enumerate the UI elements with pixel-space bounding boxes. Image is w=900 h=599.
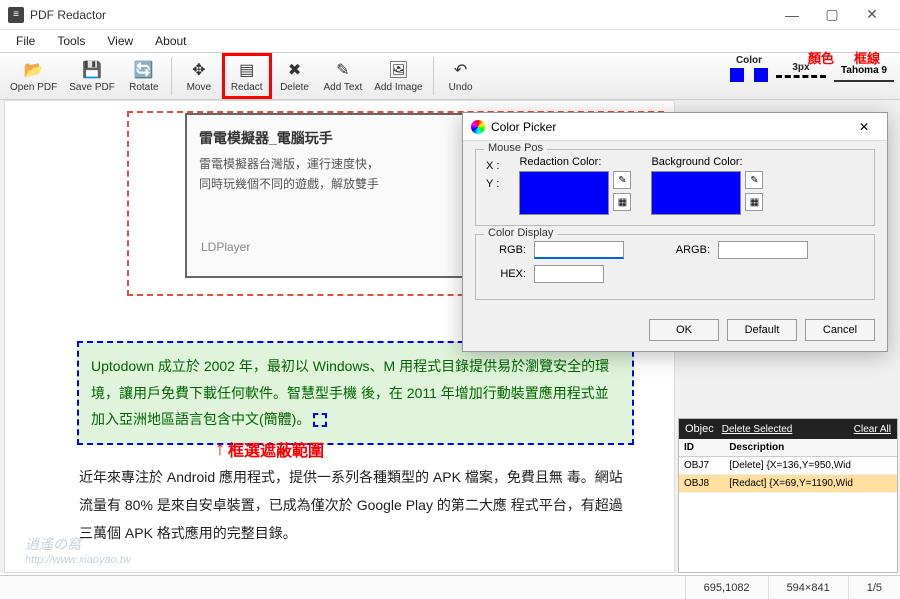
status-page: 1/5 [848,576,900,599]
foreground-color-swatch[interactable] [730,68,744,82]
annotation-color-zh: 顏色 [808,48,834,67]
border-style-preview[interactable] [776,75,826,78]
status-coords: 695,1082 [685,576,768,599]
menu-about[interactable]: About [145,32,196,50]
clear-all-link[interactable]: Clear All [854,424,891,435]
default-button[interactable]: Default [727,319,797,341]
app-title: PDF Redactor [30,8,772,22]
background-color-swatch[interactable] [651,171,741,215]
selection-handle[interactable] [313,413,327,427]
annotation-border-zh: 框線 [854,48,880,67]
col-id[interactable]: ID [679,439,724,457]
annotation-labels: 顏色 框線 [808,48,880,67]
toolbar: 📂 Open PDF 💾 Save PDF 🔄 Rotate ✥ Move ▤ … [0,52,900,100]
dialog-close-button[interactable]: ✕ [849,120,879,134]
table-row[interactable]: OBJ7 [Delete] {X=136,Y=950,Wid [679,457,897,475]
redact-icon: ▤ [235,59,259,81]
argb-label: ARGB: [670,244,710,256]
objects-panel: Objec Delete Selected Clear All ID Descr… [678,418,898,573]
watermark: 逍遙の窩 http://www.xiaoyao.tw [25,534,131,566]
eyedropper-button[interactable]: ✎ [613,171,631,189]
color-picker-dialog: Color Picker ✕ Mouse Pos X : Y : Redacti… [462,112,888,352]
add-image-button[interactable]: 🖼 Add Image [368,53,428,99]
delete-icon: ✖ [283,59,307,81]
color-wheel-icon [471,120,485,134]
annotation-selection-label: ↑ 框選遮蔽範圍 [215,437,324,461]
app-icon [8,7,24,23]
delete-selected-link[interactable]: Delete Selected [722,424,793,435]
background-color-swatch[interactable] [754,68,768,82]
argb-input[interactable] [718,241,808,259]
add-image-icon: 🖼 [386,59,410,81]
arrow-up-icon: ↑ [215,444,225,454]
mouse-pos-legend: Mouse Pos [484,142,547,154]
menu-file[interactable]: File [6,32,45,50]
background-color-label: Background Color: [651,156,763,168]
menu-tools[interactable]: Tools [47,32,95,50]
col-description[interactable]: Description [724,439,897,457]
selection-text: Uptodown 成立於 2002 年，最初以 Windows、M 用程式目錄提… [91,358,609,427]
redact-selection[interactable]: Uptodown 成立於 2002 年，最初以 Windows、M 用程式目錄提… [77,341,634,445]
palette-button[interactable]: ▦ [613,193,631,211]
mouse-x-label: X : [486,160,499,172]
rgb-label: RGB: [486,244,526,256]
title-bar: PDF Redactor — ▢ ✕ [0,0,900,30]
eyedropper-button[interactable]: ✎ [745,171,763,189]
ad-brand: LDPlayer [201,240,250,254]
hex-label: HEX: [486,268,526,280]
close-button[interactable]: ✕ [852,1,892,29]
rgb-input[interactable] [534,241,624,259]
objects-header: Objec [685,423,714,435]
rotate-icon: 🔄 [132,59,156,81]
color-display-legend: Color Display [484,227,557,239]
cancel-button[interactable]: Cancel [805,319,875,341]
palette-button[interactable]: ▦ [745,193,763,211]
add-text-icon: ✎ [331,59,355,81]
open-icon: 📂 [22,59,46,81]
menu-bar: File Tools View About [0,30,900,52]
objects-table: ID Description OBJ7 [Delete] {X=136,Y=95… [679,439,897,493]
undo-icon: ↶ [449,59,473,81]
hex-input[interactable] [534,265,604,283]
save-icon: 💾 [80,59,104,81]
status-pagesize: 594×841 [768,576,848,599]
ok-button[interactable]: OK [649,319,719,341]
move-icon: ✥ [187,59,211,81]
table-row[interactable]: OBJ8 [Redact] {X=69,Y=1190,Wid [679,475,897,493]
save-pdf-button[interactable]: 💾 Save PDF [63,53,121,99]
move-button[interactable]: ✥ Move [176,53,222,99]
body-paragraph: 近年來專注於 Android 應用程式，提供一系列各種類型的 APK 檔案，免費… [79,463,634,547]
menu-view[interactable]: View [97,32,143,50]
undo-button[interactable]: ↶ Undo [438,53,484,99]
redact-button[interactable]: ▤ Redact [222,53,272,99]
redaction-color-swatch[interactable] [519,171,609,215]
minimize-button[interactable]: — [772,1,812,29]
rotate-button[interactable]: 🔄 Rotate [121,53,167,99]
delete-button[interactable]: ✖ Delete [272,53,318,99]
color-label: Color [730,55,768,66]
toolbar-divider [433,57,434,95]
redaction-color-label: Redaction Color: [519,156,631,168]
add-text-button[interactable]: ✎ Add Text [318,53,369,99]
mouse-y-label: Y : [486,178,499,190]
status-bar: 695,1082 594×841 1/5 [0,575,900,599]
maximize-button[interactable]: ▢ [812,1,852,29]
toolbar-divider [171,57,172,95]
open-pdf-button[interactable]: 📂 Open PDF [4,53,63,99]
dialog-title: Color Picker [491,120,556,134]
